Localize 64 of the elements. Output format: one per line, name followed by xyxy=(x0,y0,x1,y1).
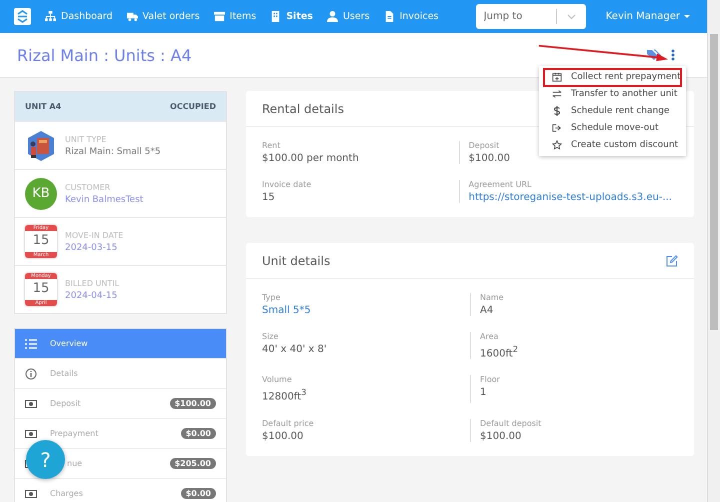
menu-item-label: Overview xyxy=(50,339,88,348)
field-value: Rizal Main: Small 5*5 xyxy=(65,146,161,156)
menu-item-label: Details xyxy=(50,369,78,378)
side-menu-item[interactable]: Details xyxy=(15,358,226,388)
amount-badge: $0.00 xyxy=(180,428,216,439)
side-menu-item[interactable]: Deposit $100.00 xyxy=(15,388,226,418)
field-link[interactable]: https://storeganise-test-uploads.s3.eu-... xyxy=(468,192,672,203)
field-label: Default deposit xyxy=(480,418,542,428)
unit-name: UNIT A4 xyxy=(25,102,62,111)
field-value: 1600ft$^{2}$ xyxy=(480,344,518,360)
nav-link[interactable]: Invoices xyxy=(384,11,438,22)
field-value: A4 xyxy=(480,305,494,316)
card-title: Rental details xyxy=(262,102,344,116)
amount-badge: $100.00 xyxy=(170,398,216,409)
page-title: Rizal Main : Units : A4 xyxy=(17,46,192,64)
menu-item[interactable]: Schedule move-out xyxy=(539,119,686,136)
field-label: BILLED UNTIL xyxy=(65,278,120,288)
field-value: $100.00 per month xyxy=(262,153,359,164)
field-label: Rent xyxy=(262,141,280,150)
field-link[interactable]: Kevin BalmesTest xyxy=(65,194,144,204)
nav-link[interactable]: Users xyxy=(326,11,370,22)
field-label: Area xyxy=(480,332,498,341)
menu-item-label: Prepayment xyxy=(50,429,98,438)
field-label: MOVE-IN DATE xyxy=(65,230,124,240)
menu-item[interactable]: Create custom discount xyxy=(539,136,686,153)
field-label: Type xyxy=(262,293,280,302)
nav-link[interactable]: Sites xyxy=(270,11,313,22)
nav-link[interactable]: Dashboard xyxy=(45,11,113,22)
side-menu-item[interactable]: Overview xyxy=(15,329,226,358)
field-link[interactable]: 2024-03-15 xyxy=(65,242,118,252)
field-value: $100.00 xyxy=(480,430,522,442)
field-label: Agreement URL xyxy=(468,180,532,189)
field-value: $100.00 xyxy=(468,153,510,164)
amount-badge: $0.00 xyxy=(180,488,216,499)
field-value: $100.00 xyxy=(262,430,304,442)
customer-avatar: KB xyxy=(25,178,57,210)
nav-link[interactable]: Items xyxy=(214,11,256,22)
field-link[interactable]: 2024-04-15 xyxy=(65,290,118,300)
field-label: Volume xyxy=(262,375,292,384)
field-value: 12800ft$^{3}$ xyxy=(262,387,306,403)
field-label: Size xyxy=(262,332,278,341)
menu-item[interactable]: Transfer to another unit xyxy=(539,86,686,103)
menu-item-label: Charges xyxy=(50,489,83,498)
field-link[interactable]: Small 5*5 xyxy=(262,305,311,316)
unit-status: OCCUPIED xyxy=(170,102,216,111)
field-label: Floor xyxy=(480,375,500,384)
field-label: CUSTOMER xyxy=(65,182,110,192)
amount-badge: $205.00 xyxy=(170,458,216,469)
field-label: Invoice date xyxy=(262,180,312,189)
menu-item-label: nue xyxy=(67,459,82,468)
field-label: UNIT TYPE xyxy=(65,134,106,144)
field-value: 15 xyxy=(262,192,275,203)
menu-item[interactable]: Collect rent prepayment xyxy=(544,69,681,86)
field-label: Default price xyxy=(262,418,314,428)
user-menu[interactable]: Kevin Manager xyxy=(606,11,690,22)
nav-link[interactable]: Valet orders xyxy=(126,11,200,22)
card-title: Unit details xyxy=(262,254,330,268)
field-value: 1 xyxy=(480,387,486,398)
field-label: Deposit xyxy=(468,141,500,150)
side-menu-item[interactable]: Charges $0.00 xyxy=(15,478,226,502)
field-label: Name xyxy=(480,293,504,302)
field-value: 40' x 40' x 8' xyxy=(262,344,327,355)
menu-item[interactable]: Schedule rent change xyxy=(539,102,686,120)
menu-item-label: Deposit xyxy=(50,399,81,408)
